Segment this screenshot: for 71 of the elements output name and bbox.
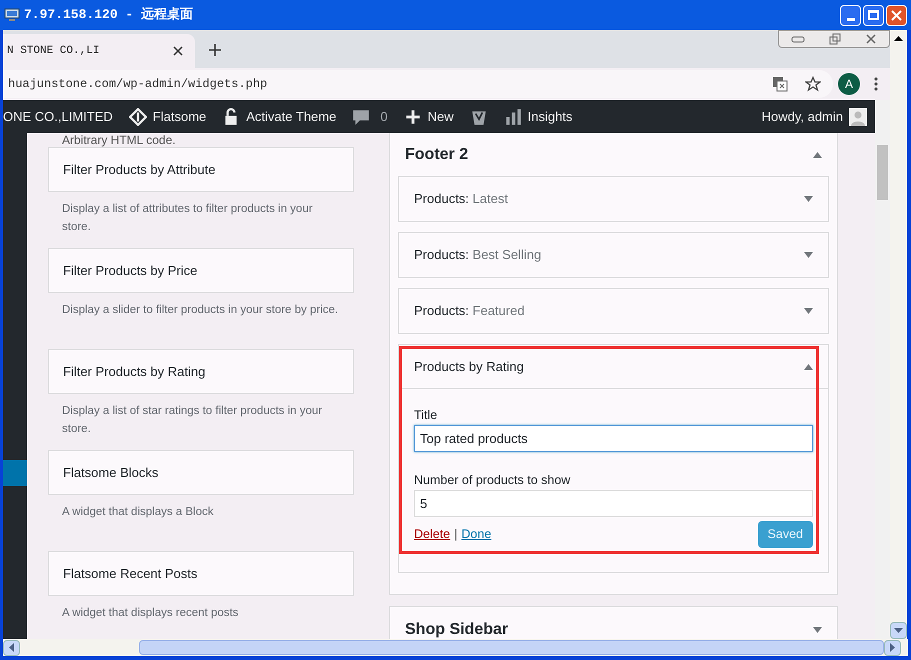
widget-card[interactable]: Flatsome Recent Posts [48, 551, 354, 596]
admin-bar-link[interactable]: ONE CO.,LIMITED [3, 106, 113, 126]
widget-title[interactable]: Products: Latest [414, 189, 508, 209]
collapse-arrow-icon[interactable] [804, 364, 813, 370]
sidebar-title[interactable]: Shop Sidebar [405, 618, 508, 639]
admin-bar-link[interactable]: Flatsome [152, 106, 206, 126]
speech-bubble-icon[interactable] [352, 108, 370, 126]
scroll-right-button[interactable] [884, 640, 901, 656]
admin-bar-link[interactable]: Activate Theme [246, 106, 336, 126]
flatsome-icon[interactable] [128, 108, 147, 126]
address-bar[interactable]: huajunstone.com/wp-admin/widgets.php [3, 70, 833, 98]
horizontal-scrollbar[interactable] [3, 639, 908, 656]
translate-icon[interactable] [772, 76, 788, 92]
admin-bar-link[interactable]: New [428, 106, 454, 126]
delete-link[interactable]: Delete [414, 525, 450, 544]
sidebar-title[interactable]: Footer 2 [405, 142, 468, 166]
widget-description: A widget that displays recent posts [61, 606, 240, 621]
expand-arrow-icon[interactable] [804, 252, 813, 258]
widget-title[interactable]: Products by Rating [414, 356, 524, 376]
scroll-left-button[interactable] [3, 640, 20, 656]
close-button[interactable] [886, 4, 907, 26]
expand-arrow-icon[interactable] [804, 308, 813, 314]
account-link[interactable]: Howdy, admin [762, 106, 843, 126]
expand-arrow-icon[interactable] [813, 626, 822, 632]
widget-title[interactable]: Products: Featured [414, 301, 525, 321]
widget-description: Arbitrary HTML code. [61, 133, 177, 147]
widget-card[interactable]: Filter Products by Rating [48, 349, 354, 394]
widget-card[interactable]: Filter Products by Attribute [48, 147, 354, 192]
minimize-button[interactable] [840, 4, 861, 26]
scroll-down-button[interactable] [890, 622, 907, 639]
input-field[interactable]: 5 [414, 490, 813, 517]
widget-card[interactable]: Flatsome Blocks [48, 450, 354, 495]
up-arrow-icon[interactable] [894, 36, 903, 42]
field-label: Title [414, 407, 438, 423]
collapse-arrow-icon[interactable] [813, 152, 822, 158]
down-arrow-icon[interactable] [894, 628, 903, 634]
profile-avatar[interactable]: A [838, 73, 860, 95]
scrollbar-thumb[interactable] [877, 145, 888, 200]
widget-description: Display a list of attributes to filter products in your store. [61, 202, 314, 235]
new-tab-icon[interactable] [209, 44, 221, 56]
widget-description: A widget that displays a Block [61, 505, 214, 520]
widget-description: Display a slider to filter products in your store by price. [61, 303, 340, 318]
widget-card[interactable]: Filter Products by Price [48, 248, 354, 293]
widget-title[interactable]: Products: Best Selling [414, 245, 542, 265]
maximize-button[interactable] [863, 4, 884, 26]
restore-icon[interactable] [829, 33, 841, 45]
bar-chart-icon[interactable] [504, 108, 522, 126]
admin-bar-link[interactable]: Insights [528, 106, 572, 126]
close-icon[interactable] [865, 34, 877, 44]
user-avatar-icon[interactable] [849, 108, 867, 126]
minimize-icon[interactable] [791, 35, 805, 43]
browser-tab[interactable]: N STONE CO.,LI [3, 34, 195, 68]
left-arrow-icon[interactable] [8, 643, 14, 652]
scrollbar[interactable] [890, 30, 907, 639]
comment-count[interactable]: 0 [380, 106, 388, 126]
close-icon[interactable] [173, 46, 183, 56]
field-label: Number of products to show [414, 472, 572, 488]
expand-arrow-icon[interactable] [804, 196, 813, 202]
current-menu-indicator [3, 460, 27, 486]
plus-icon[interactable] [404, 108, 422, 126]
input-field[interactable]: Top rated products [414, 425, 813, 452]
right-arrow-icon[interactable] [890, 643, 896, 652]
computer-icon [4, 7, 20, 23]
menu-icon[interactable] [874, 77, 878, 91]
star-icon[interactable] [805, 76, 821, 92]
separator-text: | [454, 526, 458, 544]
window-title: 7.97.158.120 - 远程桌面 [24, 6, 194, 24]
scrollbar-thumb[interactable] [139, 640, 884, 655]
widget-description: Display a list of star ratings to filter products in your store. [61, 404, 324, 437]
save-button: Saved [758, 521, 813, 548]
done-link[interactable]: Done [461, 525, 492, 544]
